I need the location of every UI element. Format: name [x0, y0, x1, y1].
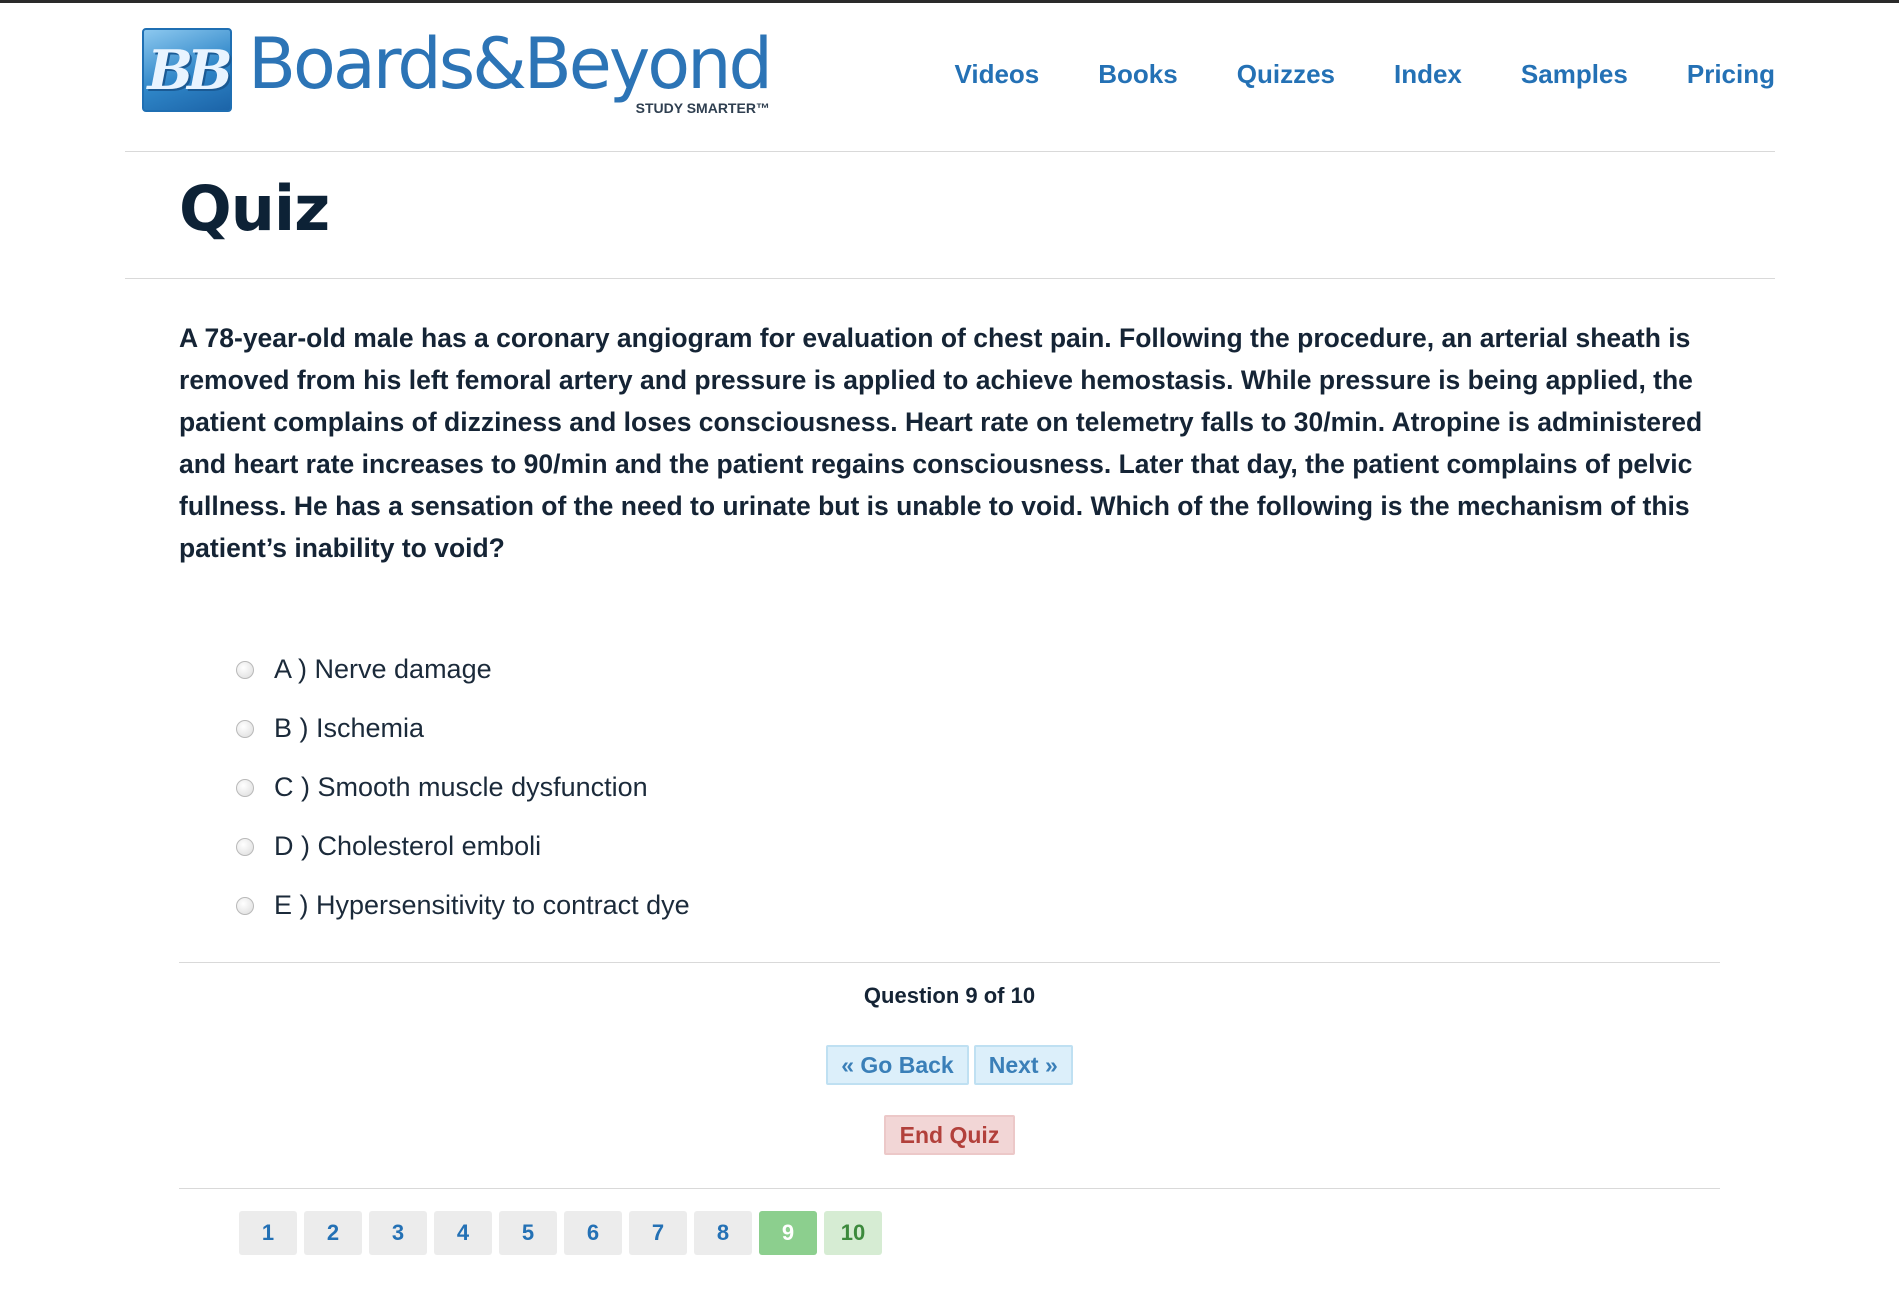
- radio-c[interactable]: [236, 778, 254, 797]
- go-back-button[interactable]: « Go Back: [826, 1045, 969, 1085]
- nav-samples[interactable]: Samples: [1521, 59, 1628, 90]
- option-label[interactable]: E ) Hypersensitivity to contract dye: [274, 890, 690, 921]
- page-10[interactable]: 10: [824, 1211, 882, 1255]
- main-nav: Videos Books Quizzes Index Samples Prici…: [895, 59, 1775, 90]
- page-4[interactable]: 4: [434, 1211, 492, 1255]
- options-divider: [179, 962, 1720, 963]
- option-label[interactable]: B ) Ischemia: [274, 713, 424, 744]
- page-5[interactable]: 5: [499, 1211, 557, 1255]
- page-2[interactable]: 2: [304, 1211, 362, 1255]
- page-8[interactable]: 8: [694, 1211, 752, 1255]
- option-label[interactable]: D ) Cholesterol emboli: [274, 831, 541, 862]
- radio-e[interactable]: [236, 896, 254, 915]
- radio-d[interactable]: [236, 837, 254, 856]
- answer-options: A ) Nerve damage B ) Ischemia C ) Smooth…: [236, 640, 690, 935]
- option-label[interactable]: C ) Smooth muscle dysfunction: [274, 772, 648, 803]
- option-c[interactable]: C ) Smooth muscle dysfunction: [236, 758, 690, 817]
- page-3[interactable]: 3: [369, 1211, 427, 1255]
- option-d[interactable]: D ) Cholesterol emboli: [236, 817, 690, 876]
- page-9-current[interactable]: 9: [759, 1211, 817, 1255]
- title-divider: [125, 278, 1775, 279]
- logo-text: Boards&Beyond STUDY SMARTER™: [248, 23, 773, 118]
- question-text: A 78-year-old male has a coronary angiog…: [179, 323, 1703, 563]
- question-nav: « Go Back Next »: [0, 1045, 1899, 1085]
- page-7[interactable]: 7: [629, 1211, 687, 1255]
- site-header: BB Boards&Beyond STUDY SMARTER™ Videos B…: [125, 3, 1775, 151]
- page-title: Quiz: [179, 172, 330, 245]
- logo-mark-icon: BB: [142, 28, 233, 112]
- page-6[interactable]: 6: [564, 1211, 622, 1255]
- next-button[interactable]: Next »: [973, 1045, 1073, 1085]
- end-quiz-button[interactable]: End Quiz: [883, 1115, 1016, 1155]
- pager-divider: [179, 1188, 1720, 1189]
- end-quiz-wrap: End Quiz: [0, 1115, 1899, 1155]
- option-e[interactable]: E ) Hypersensitivity to contract dye: [236, 876, 690, 935]
- site-logo[interactable]: BB Boards&Beyond STUDY SMARTER™: [142, 23, 773, 118]
- question-pager: 1 2 3 4 5 6 7 8 9 10: [239, 1211, 882, 1255]
- logo-name: Boards&Beyond: [248, 23, 773, 105]
- option-b[interactable]: B ) Ischemia: [236, 699, 690, 758]
- header-divider: [125, 151, 1775, 152]
- page-1[interactable]: 1: [239, 1211, 297, 1255]
- radio-a[interactable]: [236, 660, 254, 679]
- nav-quizzes[interactable]: Quizzes: [1237, 59, 1335, 90]
- nav-videos[interactable]: Videos: [954, 59, 1039, 90]
- nav-books[interactable]: Books: [1098, 59, 1177, 90]
- option-label[interactable]: A ) Nerve damage: [274, 654, 492, 685]
- option-a[interactable]: A ) Nerve damage: [236, 640, 690, 699]
- nav-index[interactable]: Index: [1394, 59, 1462, 90]
- logo-tagline: STUDY SMARTER™: [635, 100, 770, 116]
- nav-pricing[interactable]: Pricing: [1687, 59, 1775, 90]
- question-progress: Question 9 of 10: [863, 983, 1036, 1008]
- radio-b[interactable]: [236, 719, 254, 738]
